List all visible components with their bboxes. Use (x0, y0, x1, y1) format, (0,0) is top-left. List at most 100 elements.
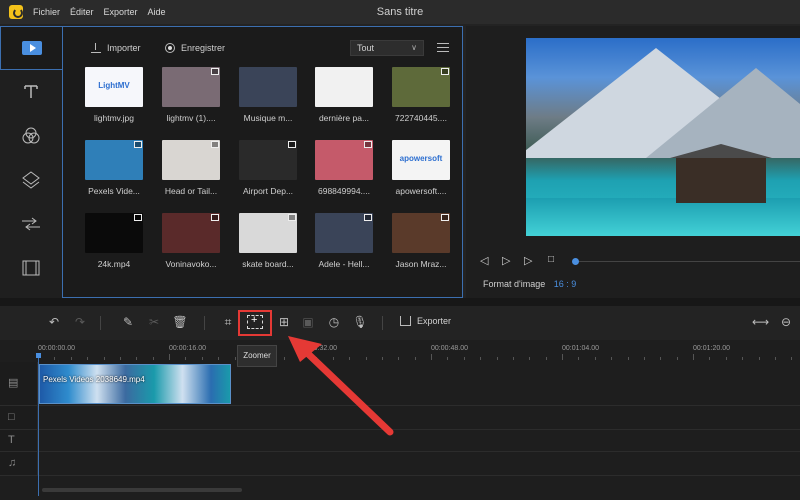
ruler-tick (169, 354, 170, 360)
rail-text-tab[interactable] (0, 70, 62, 114)
timeline-clip[interactable]: Pexels Videos 2038649.mp4 (39, 364, 231, 404)
media-tile[interactable]: Pexels Vide... (85, 140, 143, 220)
ruler-tick (775, 357, 776, 360)
ruler-tick (103, 357, 105, 360)
menu-fichier[interactable]: Fichier (33, 7, 60, 17)
aspect-ratio[interactable]: Format d'image 16 : 9 (483, 279, 576, 289)
chevron-down-icon: ∨ (411, 43, 417, 52)
overlay-track: □ (0, 406, 800, 430)
media-thumbnail (85, 140, 143, 180)
ruler-tick (480, 357, 482, 360)
film-icon (22, 260, 40, 276)
mosaic-icon[interactable]: ⊞ (276, 314, 292, 330)
media-tile[interactable]: Musique m... (239, 67, 297, 147)
menu-editer[interactable]: Éditer (70, 7, 94, 17)
rail-media-tab[interactable] (0, 26, 62, 70)
media-tile[interactable]: Airport Dep... (239, 140, 297, 220)
rail-transitions-tab[interactable] (0, 202, 62, 246)
ruler-tick (644, 357, 645, 360)
media-tile[interactable]: 722740445.... (392, 67, 450, 147)
media-tile[interactable]: Jason Mraz... (392, 213, 450, 293)
media-tile[interactable]: LightMV lightmv.jpg (85, 67, 143, 147)
media-tile-label: lightmv.jpg (94, 113, 134, 123)
seek-bar[interactable] (575, 261, 800, 262)
ruler-tick (463, 357, 465, 360)
menu-exporter[interactable]: Exporter (104, 7, 138, 17)
ruler-tick (54, 357, 56, 360)
media-tile-label: Musique m... (243, 113, 293, 123)
rail-overlays-tab[interactable] (0, 158, 62, 202)
filters-icon (22, 127, 40, 144)
music-track-icon: ♫ (8, 457, 17, 469)
media-thumbnail (315, 67, 373, 107)
media-tile-label: lightmv (1).... (166, 113, 216, 123)
ruler-tick (742, 357, 744, 360)
media-tile[interactable]: Voninavoko... (162, 213, 220, 293)
export-button[interactable]: Exporter (400, 316, 451, 326)
overlay-track-icon: □ (8, 411, 15, 423)
media-tile[interactable]: Head or Tail... (162, 140, 220, 220)
media-tile-label: Adele - Hell... (318, 259, 370, 269)
crop-icon[interactable]: ⌗ (220, 314, 236, 330)
playback-controls: ◁ ▷ ▷ □ (480, 252, 800, 272)
preview-video[interactable] (526, 38, 800, 236)
rail-filters-tab[interactable] (0, 114, 62, 158)
playhead[interactable] (36, 353, 41, 496)
video-badge-icon (364, 141, 372, 148)
video-badge-icon (288, 214, 296, 221)
edit-icon[interactable]: ✎ (120, 314, 136, 330)
ruler-tick (218, 357, 220, 360)
media-tile-label: Voninavoko... (165, 259, 217, 269)
ruler-tick (365, 357, 367, 360)
ruler-tick (660, 357, 662, 360)
timeline-scrollbar[interactable] (42, 488, 242, 492)
media-tile[interactable]: 698849994.... (315, 140, 373, 220)
freeze-frame-icon[interactable]: ▣ (300, 314, 316, 330)
zoom-out-icon[interactable]: ⊖ (778, 314, 794, 330)
speed-icon[interactable]: ◷ (326, 314, 342, 330)
play-icon[interactable]: ▷ (502, 254, 510, 267)
media-tile[interactable]: lightmv (1).... (162, 67, 220, 147)
ruler-tick-label: 00:01:04.00 (562, 345, 599, 352)
music-track: ♫ (0, 452, 800, 476)
media-tile[interactable]: dernière pa... (315, 67, 373, 147)
rail-elements-tab[interactable] (0, 246, 62, 290)
seek-handle[interactable] (572, 258, 579, 265)
aspect-value: 16 : 9 (553, 279, 577, 289)
media-tile-label: Pexels Vide... (88, 186, 140, 196)
video-badge-icon (441, 214, 449, 221)
media-thumbnail: LightMV (85, 67, 143, 107)
next-frame-icon[interactable]: ▷ (524, 254, 532, 267)
title-bar: Fichier Éditer Exporter Aide Sans titre (0, 0, 800, 24)
media-tile[interactable]: 24k.mp4 (85, 213, 143, 293)
time-ruler[interactable]: 00:00:00.00 00:00:16.00 00:00:32.00 00:00:4… (38, 344, 800, 360)
record-button[interactable]: Enregistrer (165, 43, 225, 53)
panel-divider[interactable] (0, 298, 800, 306)
menu-aide[interactable]: Aide (148, 7, 166, 17)
ruler-tick (70, 357, 72, 360)
undo-icon[interactable]: ↶ (46, 314, 62, 330)
ruler-tick (529, 357, 531, 360)
ruler-tick-label: 00:00:32.00 (300, 345, 337, 352)
media-tile-label: 722740445.... (395, 113, 447, 123)
ruler-tick (513, 357, 514, 360)
media-tile[interactable]: skate board... (239, 213, 297, 293)
media-filter-select[interactable]: Tout ∨ (350, 40, 424, 56)
previous-frame-icon[interactable]: ◁ (480, 254, 488, 267)
delete-icon[interactable]: 🗑 (172, 314, 188, 330)
ruler-tick (87, 357, 89, 360)
zoom-button[interactable] (238, 310, 272, 336)
stop-icon[interactable]: □ (548, 254, 554, 265)
video-badge-icon (134, 141, 142, 148)
media-thumbnail (239, 67, 297, 107)
list-view-icon[interactable] (437, 43, 449, 53)
media-thumbnail (162, 67, 220, 107)
redo-icon[interactable]: ↷ (72, 314, 88, 330)
media-tile[interactable]: Adele - Hell... (315, 213, 373, 293)
microphone-icon[interactable]: 🎙 (352, 314, 368, 330)
fit-timeline-icon[interactable]: ⟷ (752, 314, 769, 330)
import-button[interactable]: Importer (91, 43, 141, 53)
media-tile[interactable]: apowersoft apowersoft.... (392, 140, 450, 220)
ruler-tick (283, 357, 285, 360)
cut-icon[interactable]: ✂ (146, 314, 162, 330)
